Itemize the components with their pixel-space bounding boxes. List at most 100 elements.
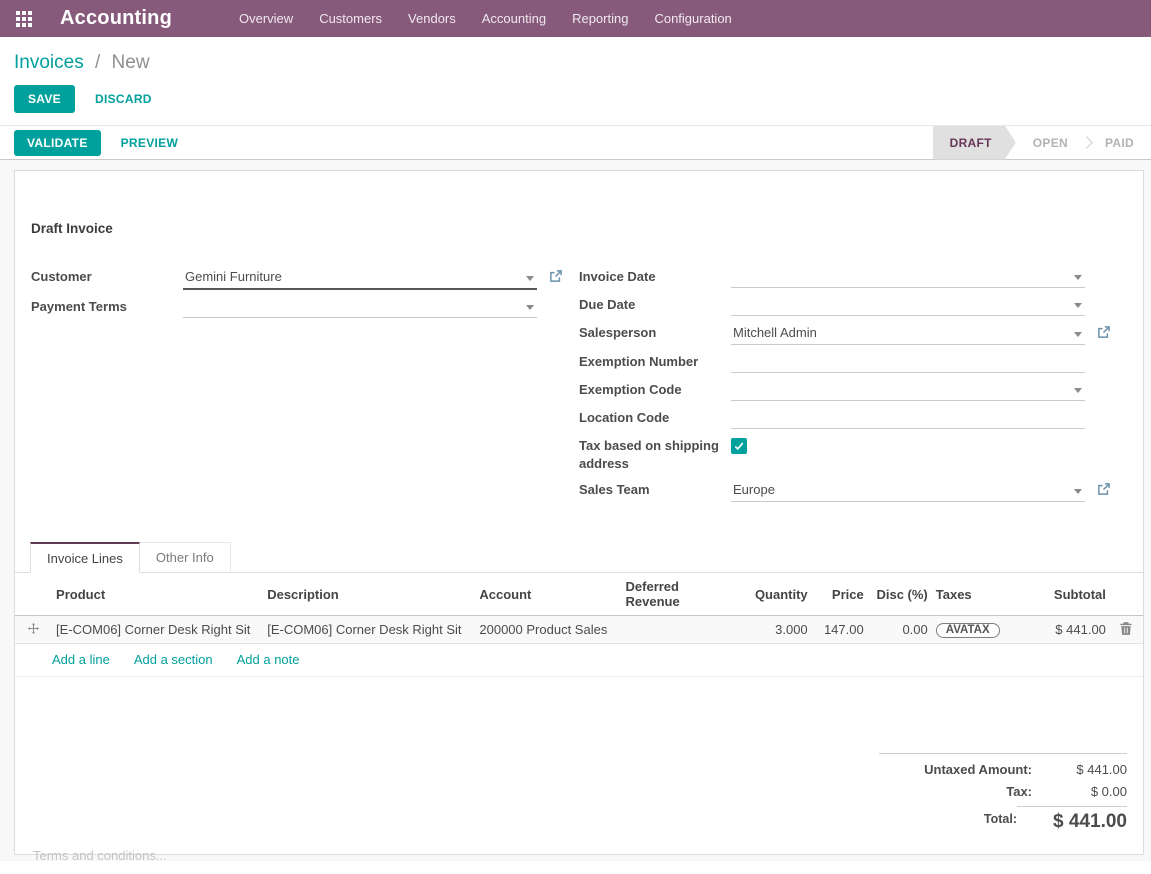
salesperson-external-link-icon[interactable]: [1085, 324, 1127, 342]
tax-label: Tax:: [1006, 784, 1032, 799]
menu-reporting[interactable]: Reporting: [559, 0, 641, 37]
caret-down-icon[interactable]: [1074, 275, 1082, 280]
breadcrumb: Invoices / New: [14, 50, 1135, 76]
payment-terms-input[interactable]: [183, 298, 537, 318]
add-a-section-link[interactable]: Add a section: [134, 652, 213, 667]
caret-down-icon[interactable]: [1074, 388, 1082, 393]
main-menu: Overview Customers Vendors Accounting Re…: [226, 0, 745, 37]
col-discount[interactable]: Disc (%): [868, 573, 932, 616]
notebook: Invoice Lines Other Info Product Descrip: [31, 542, 1127, 677]
breadcrumb-current: New: [112, 52, 150, 73]
exemption-code-input[interactable]: [731, 381, 1085, 401]
col-account[interactable]: Account: [475, 573, 621, 616]
table-header-row: Product Description Account Deferred Rev…: [15, 573, 1143, 616]
location-code-label: Location Code: [579, 409, 731, 427]
customer-value: Gemini Furniture: [185, 269, 282, 284]
exemption-number-label: Exemption Number: [579, 353, 731, 371]
form-title: Draft Invoice: [31, 221, 1127, 236]
totals-panel: Untaxed Amount: $ 441.00 Tax: $ 0.00 Tot…: [879, 753, 1127, 840]
tax-shipping-checkbox[interactable]: [731, 438, 747, 454]
menu-configuration[interactable]: Configuration: [641, 0, 744, 37]
menu-vendors[interactable]: Vendors: [395, 0, 469, 37]
exemption-code-label: Exemption Code: [579, 381, 731, 399]
handle-column-header: [15, 573, 52, 616]
col-taxes[interactable]: Taxes: [932, 573, 1020, 616]
salesperson-value: Mitchell Admin: [733, 325, 817, 340]
menu-overview[interactable]: Overview: [226, 0, 306, 37]
customer-external-link-icon[interactable]: [537, 268, 579, 286]
invoice-form: Customer Gemini Furniture Payment Terms: [31, 268, 1127, 510]
terms-and-conditions-input[interactable]: Terms and conditions...: [31, 840, 1127, 874]
form-left-column: Customer Gemini Furniture Payment Terms: [31, 268, 579, 510]
sales-team-external-link-icon[interactable]: [1085, 481, 1127, 499]
menu-accounting[interactable]: Accounting: [469, 0, 559, 37]
tax-badge[interactable]: AVATAX: [936, 623, 1000, 638]
payment-terms-label: Payment Terms: [31, 298, 183, 316]
delete-line-icon[interactable]: [1110, 616, 1143, 644]
status-paid[interactable]: PAID: [1088, 126, 1151, 160]
add-a-note-link[interactable]: Add a note: [237, 652, 300, 667]
add-a-line-link[interactable]: Add a line: [52, 652, 110, 667]
sales-team-input[interactable]: Europe: [731, 481, 1085, 502]
caret-down-icon[interactable]: [1074, 332, 1082, 337]
menu-customers[interactable]: Customers: [306, 0, 395, 37]
cell-account[interactable]: 200000 Product Sales: [475, 616, 621, 644]
location-code-input[interactable]: [731, 409, 1085, 429]
customer-input[interactable]: Gemini Furniture: [183, 268, 537, 290]
col-description[interactable]: Description: [263, 573, 475, 616]
total-row: Total: $ 441.00: [879, 806, 1127, 833]
app-title[interactable]: Accounting: [60, 7, 172, 30]
salesperson-label: Salesperson: [579, 324, 731, 342]
cell-discount[interactable]: 0.00: [868, 616, 932, 644]
control-panel: Invoices / New SAVE DISCARD: [0, 37, 1151, 125]
cell-product[interactable]: [E-COM06] Corner Desk Right Sit: [52, 616, 263, 644]
save-button[interactable]: SAVE: [14, 85, 75, 113]
due-date-input[interactable]: [731, 296, 1085, 316]
cell-deferred-revenue[interactable]: [622, 616, 732, 644]
status-open[interactable]: OPEN: [1016, 126, 1085, 160]
breadcrumb-invoices-link[interactable]: Invoices: [14, 52, 84, 73]
cell-quantity[interactable]: 3.000: [732, 616, 812, 644]
tax-row: Tax: $ 0.00: [879, 784, 1127, 799]
tab-invoice-lines[interactable]: Invoice Lines: [30, 542, 140, 573]
due-date-label: Due Date: [579, 296, 731, 314]
apps-grid-icon[interactable]: [16, 11, 32, 27]
preview-button[interactable]: PREVIEW: [107, 129, 192, 157]
col-quantity[interactable]: Quantity: [732, 573, 812, 616]
content-area: Draft Invoice Customer Gemini Furniture: [0, 160, 1151, 861]
tax-value: $ 0.00: [1032, 784, 1127, 799]
col-subtotal[interactable]: Subtotal: [1020, 573, 1110, 616]
caret-down-icon[interactable]: [526, 276, 534, 281]
caret-down-icon[interactable]: [526, 305, 534, 310]
untaxed-amount-row: Untaxed Amount: $ 441.00: [879, 762, 1127, 777]
invoice-lines-list: Product Description Account Deferred Rev…: [15, 573, 1143, 677]
spacer: [537, 298, 579, 300]
list-add-links: Add a line Add a section Add a note: [15, 644, 1143, 677]
cell-description[interactable]: [E-COM06] Corner Desk Right Sit: [263, 616, 475, 644]
exemption-number-input[interactable]: [731, 353, 1085, 373]
col-deferred-revenue[interactable]: Deferred Revenue: [622, 573, 732, 616]
tab-other-info[interactable]: Other Info: [140, 542, 231, 573]
cell-price[interactable]: 147.00: [812, 616, 868, 644]
status-pipeline: DRAFT OPEN PAID: [933, 126, 1151, 160]
sales-team-label: Sales Team: [579, 481, 731, 499]
drag-handle-icon[interactable]: [15, 616, 52, 644]
control-panel-buttons: SAVE DISCARD: [14, 85, 1135, 113]
col-product[interactable]: Product: [52, 573, 263, 616]
col-price[interactable]: Price: [812, 573, 868, 616]
spacer: [1085, 381, 1127, 383]
salesperson-input[interactable]: Mitchell Admin: [731, 324, 1085, 345]
invoice-date-input[interactable]: [731, 268, 1085, 288]
caret-down-icon[interactable]: [1074, 303, 1082, 308]
total-label: Total:: [984, 806, 1017, 826]
status-draft[interactable]: DRAFT: [933, 126, 1016, 160]
spacer: [1085, 268, 1127, 270]
invoice-line-row[interactable]: [E-COM06] Corner Desk Right Sit [E-COM06…: [15, 616, 1143, 644]
caret-down-icon[interactable]: [1074, 489, 1082, 494]
checkmark-icon: [734, 441, 744, 451]
breadcrumb-separator: /: [95, 52, 100, 73]
validate-button[interactable]: VALIDATE: [14, 130, 101, 156]
cell-taxes[interactable]: AVATAX: [932, 616, 1020, 644]
cell-subtotal[interactable]: $ 441.00: [1020, 616, 1110, 644]
discard-button[interactable]: DISCARD: [81, 85, 166, 113]
